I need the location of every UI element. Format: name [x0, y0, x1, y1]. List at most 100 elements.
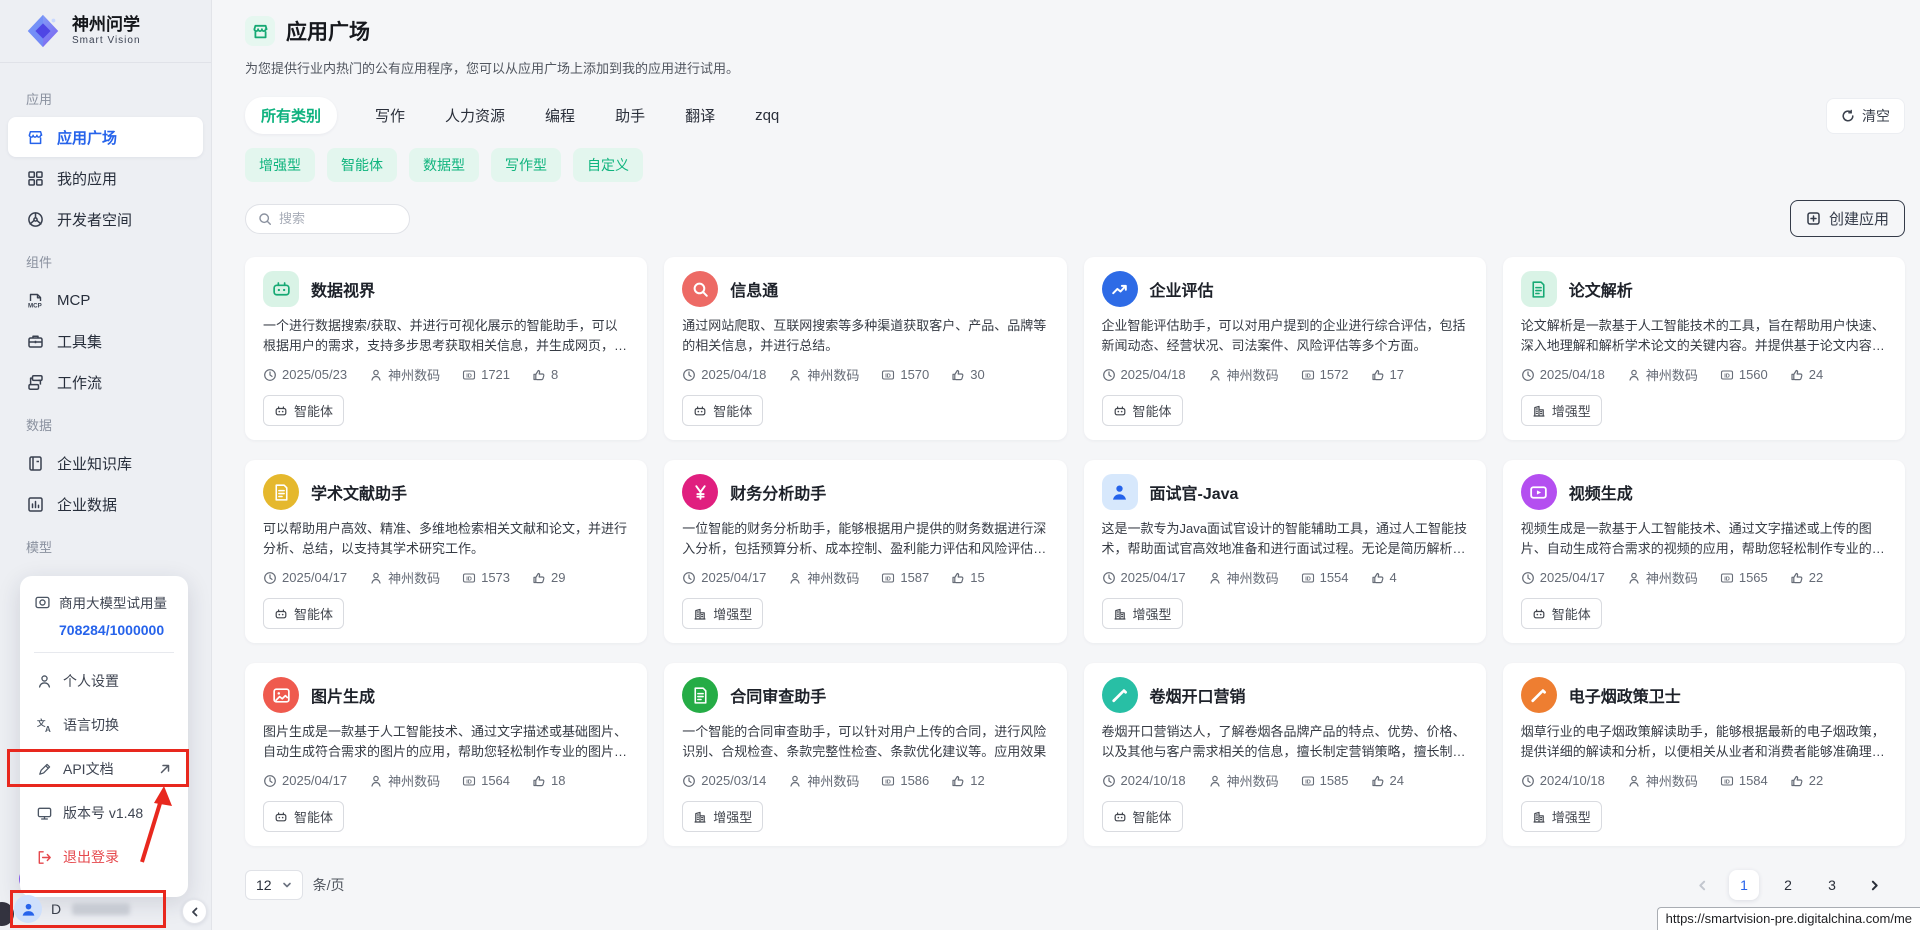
prev-page-button[interactable] [1689, 872, 1715, 898]
app-meta: 2025/04/17 神州数码 ID 1573 [263, 568, 629, 587]
category-tab[interactable]: 翻译 [683, 97, 717, 134]
app-card[interactable]: 图片生成 图片生成是一款基于人工智能技术、通过文字描述或基础图片、自动生成符合需… [245, 663, 647, 846]
sidebar-item-toolset[interactable]: 工具集 [8, 321, 203, 361]
workflow-icon [26, 373, 45, 392]
filter-tag[interactable]: 自定义 [573, 148, 643, 182]
menu-item-logout[interactable]: 退出登录 [34, 835, 174, 879]
category-tab[interactable]: 编程 [543, 97, 577, 134]
app-card[interactable]: 信息通 通过网站爬取、互联网搜索等多种渠道获取客户、产品、品牌等的相关信息，并进… [664, 257, 1066, 440]
menu-item-version[interactable]: 版本号 v1.48 [34, 791, 174, 835]
app-author: 神州数码 [369, 568, 440, 587]
sidebar-item-label: MCP [57, 292, 90, 309]
author-icon [1627, 571, 1641, 585]
page-button[interactable]: 1 [1729, 870, 1759, 900]
page-size-select[interactable]: 12 [245, 870, 303, 900]
app-meta: 2025/05/23 神州数码 ID 1721 [263, 365, 629, 384]
app-card[interactable]: 视频生成 视频生成是一款基于人工智能技术、通过文字描述或上传的图片、自动生成符合… [1503, 460, 1905, 643]
app-meta: 2025/04/17 神州数码 ID 1565 [1521, 568, 1887, 587]
app-id: ID 1565 [1720, 570, 1768, 585]
app-card[interactable]: 电子烟政策卫士 烟草行业的电子烟政策解读助手，能够根据最新的电子烟政策，提供详细… [1503, 663, 1905, 846]
app-type-tag: 智能体 [263, 395, 344, 426]
category-tab[interactable]: 人力资源 [443, 97, 507, 134]
sidebar-item-mcp[interactable]: MCP MCP [8, 280, 203, 320]
page-buttons: 123 [1729, 870, 1847, 900]
app-icon [1521, 271, 1557, 307]
next-page-button[interactable] [1861, 872, 1887, 898]
category-tab[interactable]: zqq [753, 99, 781, 132]
filter-tag[interactable]: 数据型 [409, 148, 479, 182]
menu-item-personal-settings[interactable]: 个人设置 [34, 659, 174, 703]
app-root: 神州问学 Smart Vision 应用 应用广场 我的应用 [0, 0, 1920, 930]
app-card-header: 视频生成 [1521, 474, 1887, 510]
thumbs-up-icon [532, 774, 546, 788]
mcp-doc-icon: MCP [26, 291, 45, 310]
app-card[interactable]: 企业评估 企业智能评估助手，可以对用户提到的企业进行综合评估，包括新闻动态、经营… [1084, 257, 1486, 440]
app-icon [1102, 677, 1138, 713]
clear-button-label: 清空 [1862, 106, 1890, 126]
section-label-models: 模型 [0, 525, 211, 564]
category-tab[interactable]: 写作 [373, 97, 407, 134]
app-card-header: 论文解析 [1521, 271, 1887, 307]
app-title: 数据视界 [311, 277, 375, 301]
quota-value: 708284/1000000 [59, 622, 174, 638]
author-icon [1627, 368, 1641, 382]
toolbox-icon [26, 332, 45, 351]
search-input[interactable] [279, 211, 397, 226]
search-box[interactable] [245, 204, 410, 234]
clear-button[interactable]: 清空 [1826, 98, 1905, 134]
bar-chart-icon [26, 495, 45, 514]
app-likes: 29 [532, 570, 565, 585]
app-card[interactable]: 卷烟开口营销 卷烟开口营销达人，了解卷烟各品牌产品的特点、优势、价格、以及其他与… [1084, 663, 1486, 846]
sidebar-item-label: 企业知识库 [57, 453, 132, 474]
filter-tag[interactable]: 写作型 [491, 148, 561, 182]
menu-item-language-switch[interactable]: 文 A 语言切换 [34, 703, 174, 747]
sidebar-item-label: 企业数据 [57, 494, 117, 515]
app-description: 图片生成是一款基于人工智能技术、通过文字描述或基础图片、自动生成符合需求的图片的… [263, 722, 629, 762]
app-card[interactable]: 学术文献助手 可以帮助用户高效、精准、多维地检索相关文献和论文，并进行分析、总结… [245, 460, 647, 643]
create-app-button[interactable]: 创建应用 [1790, 200, 1905, 237]
sidebar-item-enterprise-data[interactable]: 企业数据 [8, 484, 203, 524]
app-card[interactable]: 合同审查助手 一个智能的合同审查助手，可以针对用户上传的合同，进行风险识别、合规… [664, 663, 1066, 846]
id-badge-icon: ID [1720, 571, 1734, 585]
sidebar-item-workflow[interactable]: 工作流 [8, 362, 203, 402]
app-card[interactable]: 数据视界 一个进行数据搜索/获取、并进行可视化展示的智能助手，可以根据用户的需求… [245, 257, 647, 440]
filter-tag[interactable]: 增强型 [245, 148, 315, 182]
app-icon [1521, 677, 1557, 713]
app-icon [263, 474, 299, 510]
clock-icon [1102, 774, 1116, 788]
monitor-icon [36, 805, 53, 822]
app-card[interactable]: 面试官-Java 这是一款专为Java面试官设计的智能辅助工具，通过人工智能技术… [1084, 460, 1486, 643]
sidebar-item-developer-space[interactable]: 开发者空间 [8, 199, 203, 239]
app-author: 神州数码 [1208, 365, 1279, 384]
page-size-unit: 条/页 [313, 875, 345, 895]
sidebar-item-label: 工作流 [57, 372, 102, 393]
sidebar-item-label: 工具集 [57, 331, 102, 352]
svg-text:ID: ID [466, 576, 472, 582]
sidebar-item-label: 应用广场 [57, 127, 117, 148]
page-title: 应用广场 [286, 16, 370, 46]
sidebar-collapse-button[interactable] [182, 899, 207, 924]
app-author: 神州数码 [788, 771, 859, 790]
menu-item-api-docs[interactable]: API文档 [34, 747, 174, 791]
app-icon [682, 677, 718, 713]
app-title: 财务分析助手 [730, 480, 826, 504]
app-description: 烟草行业的电子烟政策解读助手，能够根据最新的电子烟政策，提供详细的解读和分析，以… [1521, 722, 1887, 762]
app-meta: 2025/04/17 神州数码 ID 1587 [682, 568, 1048, 587]
user-row[interactable]: D [14, 895, 130, 923]
app-meta: 2025/04/18 神州数码 ID 1570 [682, 365, 1048, 384]
sidebar-item-my-apps[interactable]: 我的应用 [8, 158, 203, 198]
person-icon [36, 673, 53, 690]
category-tab[interactable]: 所有类别 [245, 97, 337, 134]
sidebar-item-knowledge-base[interactable]: 企业知识库 [8, 443, 203, 483]
app-card[interactable]: 财务分析助手 一位智能的财务分析助手，能够根据用户提供的财务数据进行深入分析，包… [664, 460, 1066, 643]
app-date: 2025/04/18 [1102, 367, 1186, 382]
page-button[interactable]: 3 [1817, 870, 1847, 900]
app-card[interactable]: 论文解析 论文解析是一款基于人工智能技术的工具，旨在帮助用户快速、深入地理解和解… [1503, 257, 1905, 440]
app-title: 学术文献助手 [311, 480, 407, 504]
category-tab[interactable]: 助手 [613, 97, 647, 134]
sidebar-item-app-market[interactable]: 应用广场 [8, 117, 203, 157]
app-type-tag: 智能体 [682, 395, 763, 426]
filter-tag[interactable]: 智能体 [327, 148, 397, 182]
app-likes: 12 [951, 773, 984, 788]
page-button[interactable]: 2 [1773, 870, 1803, 900]
